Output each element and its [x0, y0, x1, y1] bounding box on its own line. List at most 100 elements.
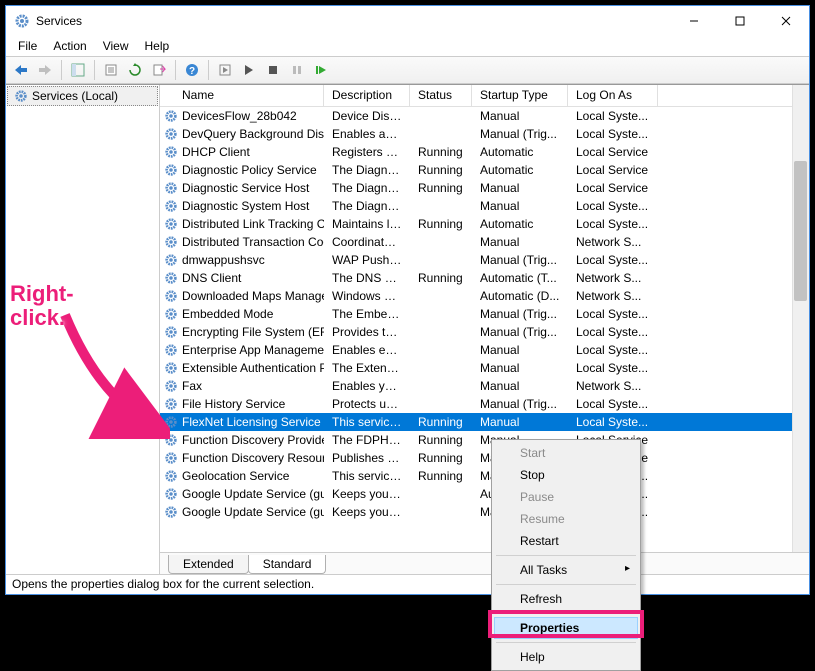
service-row[interactable]: DNS ClientThe DNS Cli...RunningAutomatic… [160, 269, 792, 287]
service-name: Geolocation Service [182, 469, 289, 483]
service-name-cell: Google Update Service (gup... [160, 505, 324, 519]
service-row[interactable]: File History ServiceProtects use...Manua… [160, 395, 792, 413]
cm-pause[interactable]: Pause [494, 486, 638, 508]
pause-button[interactable] [286, 59, 308, 81]
service-status: Running [410, 469, 472, 483]
service-name-cell: Diagnostic Policy Service [160, 163, 324, 177]
service-name: Function Discovery Resourc... [182, 451, 324, 465]
header-description[interactable]: Description [324, 85, 410, 106]
service-logon-as: Network S... [568, 289, 658, 303]
service-startup-type: Manual (Trig... [472, 253, 568, 267]
service-row[interactable]: Diagnostic Service HostThe Diagno...Runn… [160, 179, 792, 197]
cm-help[interactable]: Help [494, 646, 638, 668]
service-name-cell: DHCP Client [160, 145, 324, 159]
service-name-cell: Encrypting File System (EFS) [160, 325, 324, 339]
scrollbar-vertical[interactable] [792, 85, 809, 552]
service-name: Diagnostic System Host [182, 199, 309, 213]
service-row[interactable]: Function Discovery Resourc...Publishes t… [160, 449, 792, 467]
service-row[interactable]: Embedded ModeThe Embed...Manual (Trig...… [160, 305, 792, 323]
service-name: File History Service [182, 397, 285, 411]
service-logon-as: Local Syste... [568, 361, 658, 375]
service-logon-as: Local Syste... [568, 199, 658, 213]
cm-properties[interactable]: Properties [494, 617, 638, 639]
service-row[interactable]: Diagnostic System HostThe Diagno...Manua… [160, 197, 792, 215]
header-startup-type[interactable]: Startup Type [472, 85, 568, 106]
service-row[interactable]: Extensible Authentication P...The Extens… [160, 359, 792, 377]
cm-resume[interactable]: Resume [494, 508, 638, 530]
service-startup-type: Automatic [472, 217, 568, 231]
service-row[interactable]: Distributed Transaction Coo...Coordinate… [160, 233, 792, 251]
scrollbar-thumb[interactable] [794, 161, 807, 301]
start-play-button[interactable] [238, 59, 260, 81]
service-description: The Extensi... [324, 361, 410, 375]
service-row[interactable]: DHCP ClientRegisters an...RunningAutomat… [160, 143, 792, 161]
service-name-cell: Diagnostic System Host [160, 199, 324, 213]
service-row[interactable]: DevQuery Background Disc...Enables app..… [160, 125, 792, 143]
service-logon-as: Local Syste... [568, 343, 658, 357]
service-row[interactable]: Encrypting File System (EFS)Provides th.… [160, 323, 792, 341]
minimize-button[interactable] [671, 6, 717, 36]
start-service-toolbar-button[interactable] [214, 59, 236, 81]
service-logon-as: Local Syste... [568, 109, 658, 123]
service-name: Function Discovery Provide... [182, 433, 324, 447]
menu-file[interactable]: File [10, 37, 45, 55]
menu-view[interactable]: View [95, 37, 137, 55]
toolbar: ? [6, 56, 809, 84]
service-row[interactable]: Distributed Link Tracking Cl...Maintains… [160, 215, 792, 233]
cm-all-tasks[interactable]: All Tasks [494, 559, 638, 581]
service-row[interactable]: DevicesFlow_28b042Device Disc...ManualLo… [160, 107, 792, 125]
tab-extended[interactable]: Extended [168, 555, 249, 574]
maximize-button[interactable] [717, 6, 763, 36]
cm-refresh[interactable]: Refresh [494, 588, 638, 610]
service-row[interactable]: Diagnostic Policy ServiceThe Diagno...Ru… [160, 161, 792, 179]
service-row[interactable]: Enterprise App Managemen...Enables ent..… [160, 341, 792, 359]
cm-restart[interactable]: Restart [494, 530, 638, 552]
service-row[interactable]: FlexNet Licensing Service 64This service… [160, 413, 792, 431]
header-log-on-as[interactable]: Log On As [568, 85, 658, 106]
stop-button[interactable] [262, 59, 284, 81]
service-logon-as: Local Service [568, 145, 658, 159]
refresh-button[interactable] [124, 59, 146, 81]
tab-standard[interactable]: Standard [248, 555, 327, 574]
menu-help[interactable]: Help [137, 37, 178, 55]
service-row[interactable]: Function Discovery Provide...The FDPHO..… [160, 431, 792, 449]
service-logon-as: Local Syste... [568, 253, 658, 267]
service-logon-as: Local Syste... [568, 397, 658, 411]
restart-button[interactable] [310, 59, 332, 81]
service-name-cell: Enterprise App Managemen... [160, 343, 324, 357]
service-startup-type: Automatic (D... [472, 289, 568, 303]
service-logon-as: Local Syste... [568, 307, 658, 321]
show-hide-tree-button[interactable] [67, 59, 89, 81]
close-button[interactable] [763, 6, 809, 36]
tree-root-services-local[interactable]: Services (Local) [7, 86, 158, 106]
service-name: Diagnostic Policy Service [182, 163, 317, 177]
service-name-cell: File History Service [160, 397, 324, 411]
service-row[interactable]: Google Update Service (gup...Keeps your … [160, 485, 792, 503]
service-status: Running [410, 181, 472, 195]
service-row[interactable]: Google Update Service (gup...Keeps your … [160, 503, 792, 521]
back-button[interactable] [10, 59, 32, 81]
service-logon-as: Local Service [568, 163, 658, 177]
header-status[interactable]: Status [410, 85, 472, 106]
service-logon-as: Network S... [568, 379, 658, 393]
export-button[interactable] [148, 59, 170, 81]
service-row[interactable]: FaxEnables you...ManualNetwork S... [160, 377, 792, 395]
help-button[interactable]: ? [181, 59, 203, 81]
forward-button[interactable] [34, 59, 56, 81]
service-row[interactable]: dmwappushsvcWAP Push ...Manual (Trig...L… [160, 251, 792, 269]
properties-button[interactable] [100, 59, 122, 81]
menu-action[interactable]: Action [45, 37, 94, 55]
cm-start[interactable]: Start [494, 442, 638, 464]
cm-stop[interactable]: Stop [494, 464, 638, 486]
service-logon-as: Network S... [568, 271, 658, 285]
service-startup-type: Manual [472, 415, 568, 429]
tree-root-label: Services (Local) [32, 89, 118, 103]
service-name-cell: Diagnostic Service Host [160, 181, 324, 195]
service-row[interactable]: Geolocation ServiceThis service ...Runni… [160, 467, 792, 485]
service-row[interactable]: Downloaded Maps ManagerWindows se...Auto… [160, 287, 792, 305]
header-name[interactable]: Name [160, 85, 324, 106]
service-status: Running [410, 145, 472, 159]
service-name: dmwappushsvc [182, 253, 265, 267]
service-description: The Diagno... [324, 163, 410, 177]
service-name: FlexNet Licensing Service 64 [182, 415, 324, 429]
